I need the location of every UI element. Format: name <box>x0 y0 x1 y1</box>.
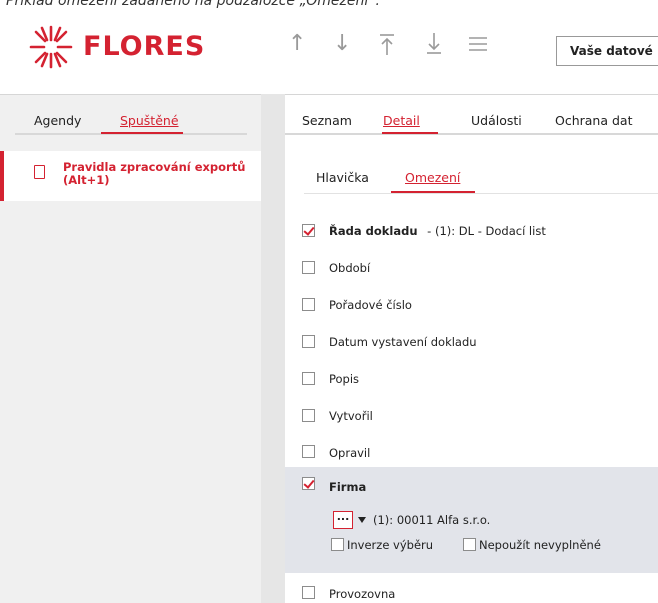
left-panel: Agendy Spuštěné Pravidla zpracování expo… <box>0 94 261 603</box>
filter-row-obdobi: Období <box>285 249 658 286</box>
active-tab-indicator <box>101 132 183 134</box>
checkbox-vytvoril[interactable] <box>302 409 315 422</box>
checkbox-nepouzit[interactable] <box>463 538 476 551</box>
brand-wordmark: FLORES <box>83 31 206 62</box>
filter-row-opravil: Opravil <box>285 434 658 471</box>
filter-row-poradove-cislo: Pořadové číslo <box>285 286 658 323</box>
panel-splitter[interactable] <box>261 94 285 603</box>
inverze-label: Inverze výběru <box>347 538 434 552</box>
left-tabs: Agendy Spuštěné <box>15 95 247 135</box>
row-label: Datum vystavení dokladu <box>329 335 477 349</box>
chevron-down-icon[interactable] <box>358 517 366 523</box>
filter-row-provozovna: Provozovna <box>285 573 658 603</box>
filter-row-popis: Popis <box>285 360 658 397</box>
tab-seznam[interactable]: Seznam <box>302 113 352 128</box>
nepouzit-label: Nepoužít nevyplněné <box>479 538 601 552</box>
row-label: Pořadové číslo <box>329 298 412 312</box>
row-label: Popis <box>329 372 360 386</box>
arrow-down-icon[interactable]: ↓ <box>333 30 351 58</box>
firma-value: (1): 00011 Alfa s.r.o. <box>373 513 491 527</box>
checkbox-opravil[interactable] <box>302 445 315 458</box>
row-label: Vytvořil <box>329 409 373 423</box>
row-label: Období <box>329 261 371 275</box>
checkbox-firma[interactable] <box>302 477 315 490</box>
main-tabs: Seznam Detail Události Ochrana dat <box>285 95 658 135</box>
tab-udalosti[interactable]: Události <box>471 113 522 128</box>
tab-omezeni[interactable]: Omezení <box>405 170 460 185</box>
tab-agendy[interactable]: Agendy <box>34 113 81 128</box>
flores-logo-icon <box>29 25 73 69</box>
checkbox-poradove-cislo[interactable] <box>302 298 315 311</box>
sub-tabs: Hlavička Omezení <box>285 135 658 201</box>
checkbox-popis[interactable] <box>302 372 315 385</box>
filter-row-firma: Firma ... (1): 00011 Alfa s.r.o. Inverze… <box>285 467 658 573</box>
row-value: - (1): DL - Dodací list <box>427 224 546 238</box>
tab-detail[interactable]: Detail <box>383 113 420 128</box>
checkbox-rada-dokladu[interactable] <box>302 224 315 237</box>
arrow-top-icon[interactable] <box>377 30 397 66</box>
user-data-button[interactable]: Vaše datové <box>556 36 658 66</box>
sidebar-item-shortcut: (Alt+1) <box>63 173 110 187</box>
page-caption: Příklad omezení zadaného na podzáložce „… <box>6 0 380 9</box>
row-label: Firma <box>329 480 367 494</box>
checkbox-provozovna[interactable] <box>302 586 315 599</box>
sidebar-item-export-rules[interactable]: Pravidla zpracování exportů (Alt+1) <box>0 151 261 201</box>
checkbox-datum-vystaveni[interactable] <box>302 335 315 348</box>
tab-ochrana-dat[interactable]: Ochrana dat <box>555 113 632 128</box>
top-toolbar: FLORES ↑ ↓ Vaše datové <box>0 22 658 77</box>
document-icon <box>34 165 45 179</box>
filter-row-vytvoril: Vytvořil <box>285 397 658 434</box>
row-label: Opravil <box>329 446 371 460</box>
checkbox-inverze[interactable] <box>331 538 344 551</box>
arrow-bottom-icon[interactable] <box>424 30 444 66</box>
tab-spustene[interactable]: Spuštěné <box>120 113 179 128</box>
tab-hlavicka[interactable]: Hlavička <box>316 170 369 185</box>
row-label: Řada dokladu <box>329 224 418 238</box>
main-panel: Seznam Detail Události Ochrana dat Hlavi… <box>285 94 658 603</box>
filter-row-rada-dokladu: Řada dokladu - (1): DL - Dodací list <box>285 212 658 249</box>
hamburger-icon[interactable] <box>467 30 489 66</box>
filter-row-datum-vystaveni: Datum vystavení dokladu <box>285 323 658 360</box>
row-label: Provozovna <box>329 587 396 601</box>
select-firma-button[interactable]: ... <box>333 511 353 529</box>
arrow-up-icon[interactable]: ↑ <box>288 30 306 58</box>
checkbox-obdobi[interactable] <box>302 261 315 274</box>
active-tab-indicator <box>382 132 438 134</box>
subtab-divider <box>304 193 658 194</box>
